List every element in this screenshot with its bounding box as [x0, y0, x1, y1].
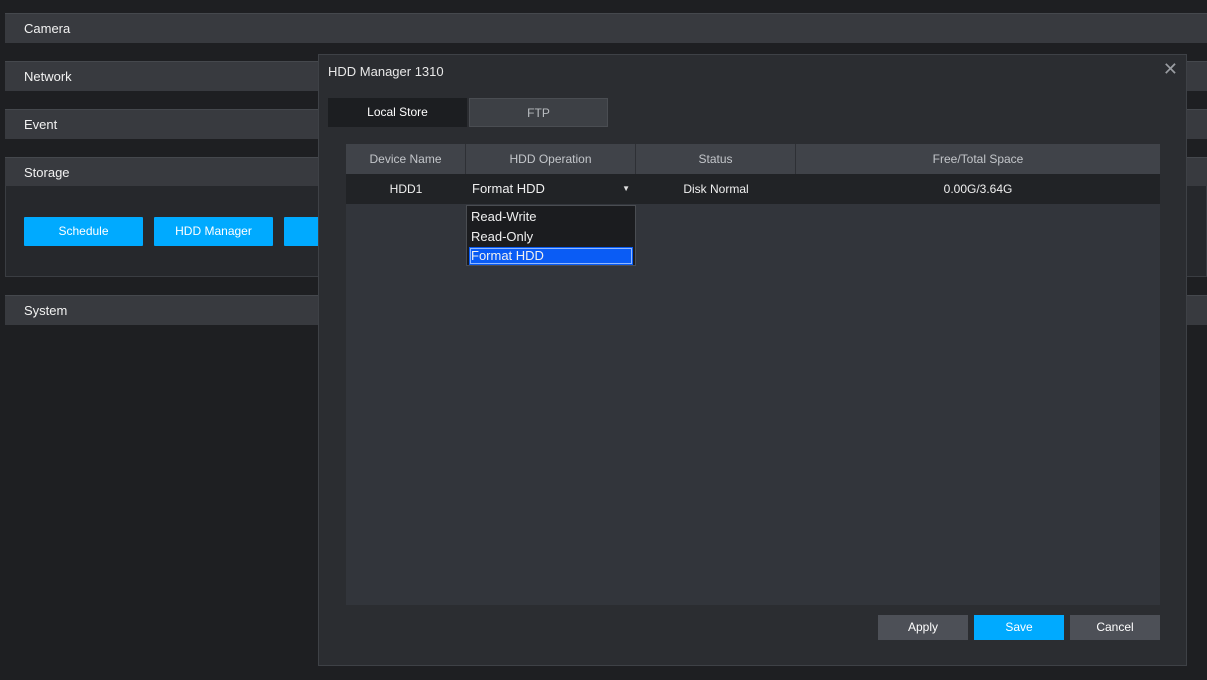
section-camera[interactable]: Camera [5, 13, 1207, 43]
section-label: System [24, 303, 68, 318]
option-read-write[interactable]: Read-Write [469, 208, 633, 226]
option-read-only[interactable]: Read-Only [469, 228, 633, 246]
header-free-total-space: Free/Total Space [932, 152, 1024, 166]
section-label: Camera [24, 21, 71, 36]
chevron-down-icon[interactable]: ▼ [622, 174, 630, 204]
header-hdd-operation: HDD Operation [466, 144, 636, 174]
table-row[interactable]: HDD1 Format HDD ▼ Disk Normal 0.00G/3.64… [346, 174, 1160, 204]
hdd-operation-select[interactable]: Format HDD ▼ [466, 174, 636, 204]
table-header: Device Name HDD Operation Status Free/To… [346, 144, 1160, 174]
hdd-manager-dialog: HDD Manager 1310 ✕ Local Store FTP Devic… [318, 54, 1187, 666]
section-label: Storage [24, 165, 70, 180]
hdd-operation-value: Format HDD [472, 181, 545, 196]
section-label: Event [24, 117, 58, 132]
operation-dropdown: Read-Write Read-Only Format HDD [466, 205, 636, 266]
tab-ftp[interactable]: FTP [469, 98, 608, 127]
option-format-hdd[interactable]: Format HDD [469, 247, 633, 265]
hdd-manager-button[interactable]: HDD Manager [154, 217, 273, 246]
apply-button[interactable]: Apply [878, 615, 968, 640]
device-name-cell: HDD1 [389, 182, 423, 196]
tab-local-store[interactable]: Local Store [328, 98, 467, 127]
schedule-button[interactable]: Schedule [24, 217, 143, 246]
header-device-name: Device Name [346, 144, 466, 174]
cancel-button[interactable]: Cancel [1070, 615, 1160, 640]
status-cell: Disk Normal [683, 182, 749, 196]
header-status: Status [636, 144, 796, 174]
space-cell: 0.00G/3.64G [943, 182, 1013, 196]
dialog-title: HDD Manager 1310 [328, 64, 444, 79]
section-label: Network [24, 69, 72, 84]
close-icon[interactable]: ✕ [1163, 59, 1178, 80]
save-button[interactable]: Save [974, 615, 1064, 640]
